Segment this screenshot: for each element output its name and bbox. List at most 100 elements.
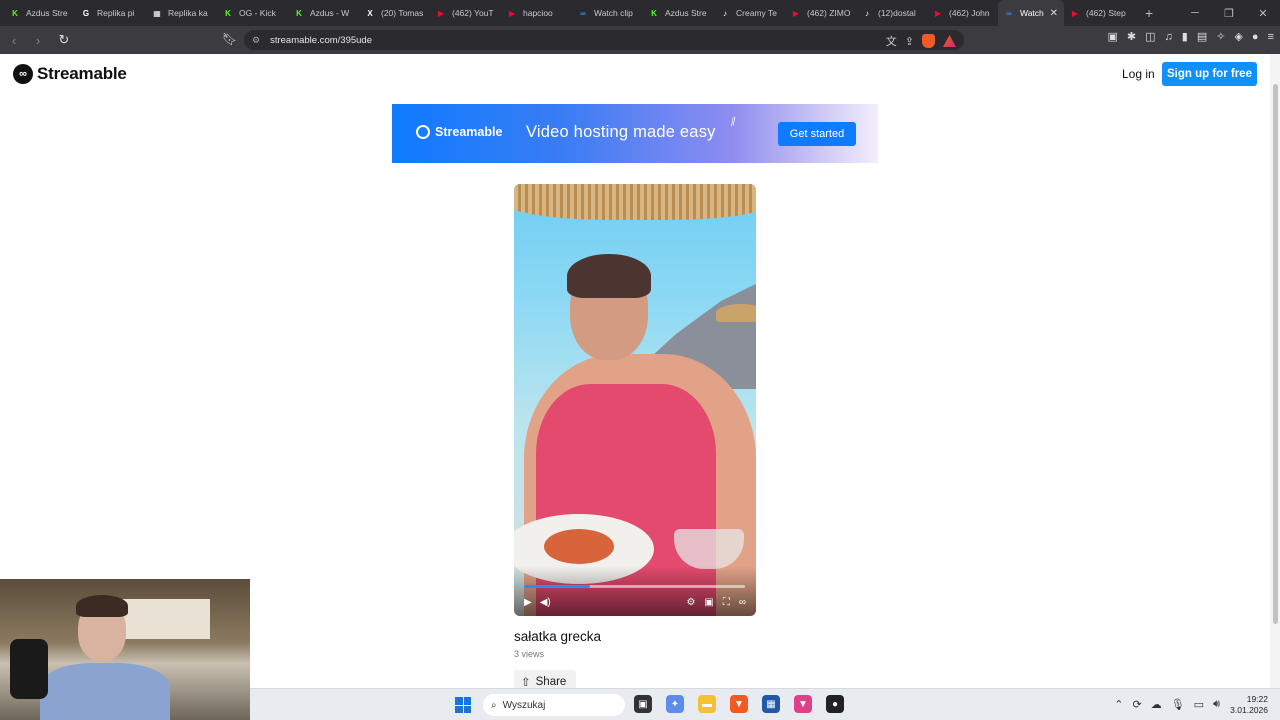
scrollbar-thumb[interactable] <box>1273 84 1278 624</box>
kick-icon: K <box>296 8 302 18</box>
wallet-icon[interactable]: ▤ <box>1197 30 1207 43</box>
brave-shields-icon[interactable] <box>922 34 935 48</box>
clock-time: 19:22 <box>1246 694 1268 704</box>
taskbar-clock[interactable]: 19:22 3.01.2026 <box>1230 694 1268 716</box>
url-text: streamable.com/395ude <box>270 34 372 46</box>
video-player[interactable]: ▶ ◀) ⚙ ▣ ⛶ ∞ <box>514 184 756 616</box>
share-button[interactable]: ⇧ Share <box>514 670 576 688</box>
copilot-icon[interactable]: ✦ <box>666 695 684 713</box>
tab-title: OG - Kick <box>239 8 276 18</box>
media-icon[interactable]: ♫ <box>1165 31 1173 43</box>
tab-title: Replika pi <box>97 8 135 18</box>
tray-mic-icon[interactable]: 🎙︎ <box>1171 698 1185 711</box>
sidebar-icon[interactable]: ▮ <box>1182 30 1188 43</box>
streamable-logo[interactable]: ∞ Streamable <box>13 64 127 84</box>
browser-tab[interactable]: ▶ (462) Step <box>1064 0 1135 26</box>
tiktok-icon: ♪ <box>865 8 869 18</box>
webcam-overlay <box>0 579 250 720</box>
address-bar-actions: 文 ⇪ <box>886 33 956 49</box>
minimize-icon[interactable]: ─ <box>1178 7 1212 19</box>
system-tray: ⌃ ⟳ ☁ 🎙︎ ▭ 🔊︎ <box>1114 698 1220 711</box>
extension-icon[interactable]: ▣ <box>1107 30 1117 43</box>
signup-button[interactable]: Sign up for free <box>1162 62 1257 86</box>
forward-icon[interactable]: › <box>28 33 48 48</box>
app-icon[interactable]: ● <box>826 695 844 713</box>
restore-icon[interactable]: ❐ <box>1212 7 1246 20</box>
extensions-puzzle-icon[interactable]: ✱ <box>1127 30 1136 43</box>
video-controls: ▶ ◀) ⚙ ▣ ⛶ ∞ <box>524 594 746 610</box>
browser-tab[interactable]: ∞ Watch clip <box>572 0 643 26</box>
translate-icon[interactable]: 文 <box>886 33 897 49</box>
close-window-icon[interactable]: ✕ <box>1246 7 1280 20</box>
file-explorer-icon[interactable]: ▬ <box>698 695 716 713</box>
browser-tab[interactable]: G Replika pi <box>75 0 146 26</box>
picture-in-picture-icon[interactable]: ▣ <box>704 597 713 608</box>
login-link[interactable]: Log in <box>1122 67 1155 81</box>
windows-start-icon[interactable] <box>455 697 471 713</box>
brave-active-icon[interactable]: ▼ <box>794 695 812 713</box>
tray-speaker-icon[interactable]: 🔊︎ <box>1213 698 1220 711</box>
browser-tab[interactable]: X (20) Tomas <box>359 0 430 26</box>
browser-tab[interactable]: K OG - Kick <box>217 0 288 26</box>
tab-title: Replika ka <box>168 8 208 18</box>
vpn-icon[interactable]: ◈ <box>1234 30 1242 43</box>
tab-title: Azdus - W <box>310 8 350 18</box>
youtube-icon: ▶ <box>508 8 516 18</box>
tiktok-icon: ♪ <box>723 8 727 18</box>
tray-sync-icon[interactable]: ⟳ <box>1132 698 1141 711</box>
browser-tab-strip: K Azdus Stre G Replika pi ▦ Replika ka K OG - K… <box>0 0 1280 26</box>
browser-tab[interactable]: ♪ Creamy Te <box>714 0 785 26</box>
screenshot-icon[interactable]: ◫ <box>1145 30 1155 43</box>
new-tab-icon[interactable]: + <box>1145 5 1153 21</box>
leo-ai-icon[interactable]: ✧ <box>1216 30 1225 43</box>
task-view-icon[interactable]: ▣ <box>634 695 652 713</box>
tab-title: (462) Step <box>1086 8 1126 18</box>
volume-icon[interactable]: ◀) <box>540 597 551 608</box>
close-tab-icon[interactable]: ✕ <box>1050 8 1058 19</box>
brave-icon[interactable]: ▼ <box>730 695 748 713</box>
back-icon[interactable]: ‹ <box>4 33 24 48</box>
tab-title: (462) YouT <box>452 8 494 18</box>
tray-cloud-icon[interactable]: ☁ <box>1151 698 1162 711</box>
banner-logo-icon <box>416 125 430 139</box>
brave-rewards-icon[interactable] <box>943 35 956 47</box>
tab-title: (12)dostal <box>878 8 916 18</box>
tray-chevron-icon[interactable]: ⌃ <box>1114 698 1123 711</box>
browser-tab[interactable]: ♪ (12)dostal <box>856 0 927 26</box>
streamable-watermark-icon[interactable]: ∞ <box>739 597 746 608</box>
bookmark-icon[interactable]: 🔖︎ <box>222 32 237 46</box>
browser-tab[interactable]: ▶ hapcioo <box>501 0 572 26</box>
tray-display-icon[interactable]: ▭ <box>1194 698 1204 711</box>
video-umbrella <box>514 184 756 220</box>
settings-icon[interactable]: ⚙ <box>686 597 695 608</box>
browser-tab[interactable]: ▦ Replika ka <box>146 0 217 26</box>
browser-tab[interactable]: ▶ (462) ZIMO <box>785 0 856 26</box>
share-page-icon[interactable]: ⇪ <box>905 35 914 48</box>
sparkle-icon: ⁄⁄ <box>730 115 738 129</box>
reload-icon[interactable]: ↻ <box>54 32 74 48</box>
promo-banner[interactable]: Streamable Video hosting made easy ⁄⁄ Ge… <box>392 104 878 163</box>
page-scrollbar[interactable] <box>1270 54 1280 688</box>
profile-icon[interactable]: ● <box>1252 31 1259 43</box>
browser-tab[interactable]: K Azdus Stre <box>4 0 75 26</box>
get-started-button[interactable]: Get started <box>778 122 856 146</box>
store-icon[interactable]: ▦ <box>762 695 780 713</box>
browser-tab[interactable]: ▶ (462) John <box>927 0 998 26</box>
banner-logo-text: Streamable <box>435 125 503 139</box>
taskbar-search[interactable]: ⌕ Wyszukaj <box>483 694 625 716</box>
menu-icon[interactable]: ≡ <box>1268 31 1274 43</box>
share-icon: ⇧ <box>521 677 531 688</box>
fullscreen-icon[interactable]: ⛶ <box>723 597 730 608</box>
browser-tab[interactable]: ▶ (462) YouT <box>430 0 501 26</box>
share-label: Share <box>535 676 567 688</box>
tab-title: Watch clip <box>594 8 633 18</box>
browser-tab[interactable]: K Azdus - W <box>288 0 359 26</box>
address-bar[interactable]: ⚙ streamable.com/395ude 文 ⇪ <box>244 30 964 50</box>
play-icon[interactable]: ▶ <box>524 597 532 608</box>
browser-tab[interactable]: K Azdus Stre <box>643 0 714 26</box>
browser-tab[interactable]: ∞ Watch ✕ <box>998 0 1064 26</box>
tab-title: (462) John <box>949 8 990 18</box>
site-settings-icon[interactable]: ⚙ <box>252 35 260 46</box>
tab-title: Creamy Te <box>736 8 777 18</box>
video-progress-bar[interactable] <box>524 585 745 588</box>
